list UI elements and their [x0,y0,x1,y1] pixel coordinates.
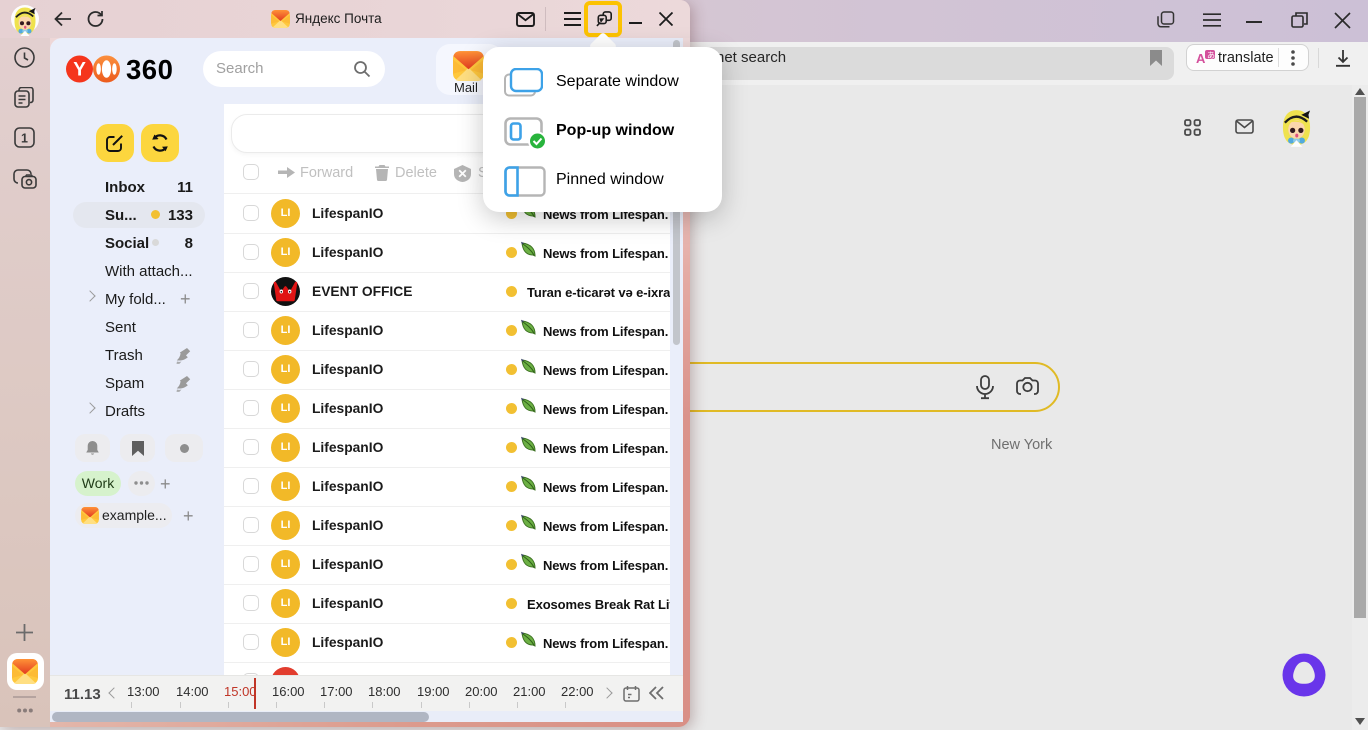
svg-text:Y: Y [73,60,86,81]
svg-text:あ: あ [1207,51,1215,60]
svg-text:A: A [1196,51,1206,66]
svg-text:1: 1 [21,132,28,146]
